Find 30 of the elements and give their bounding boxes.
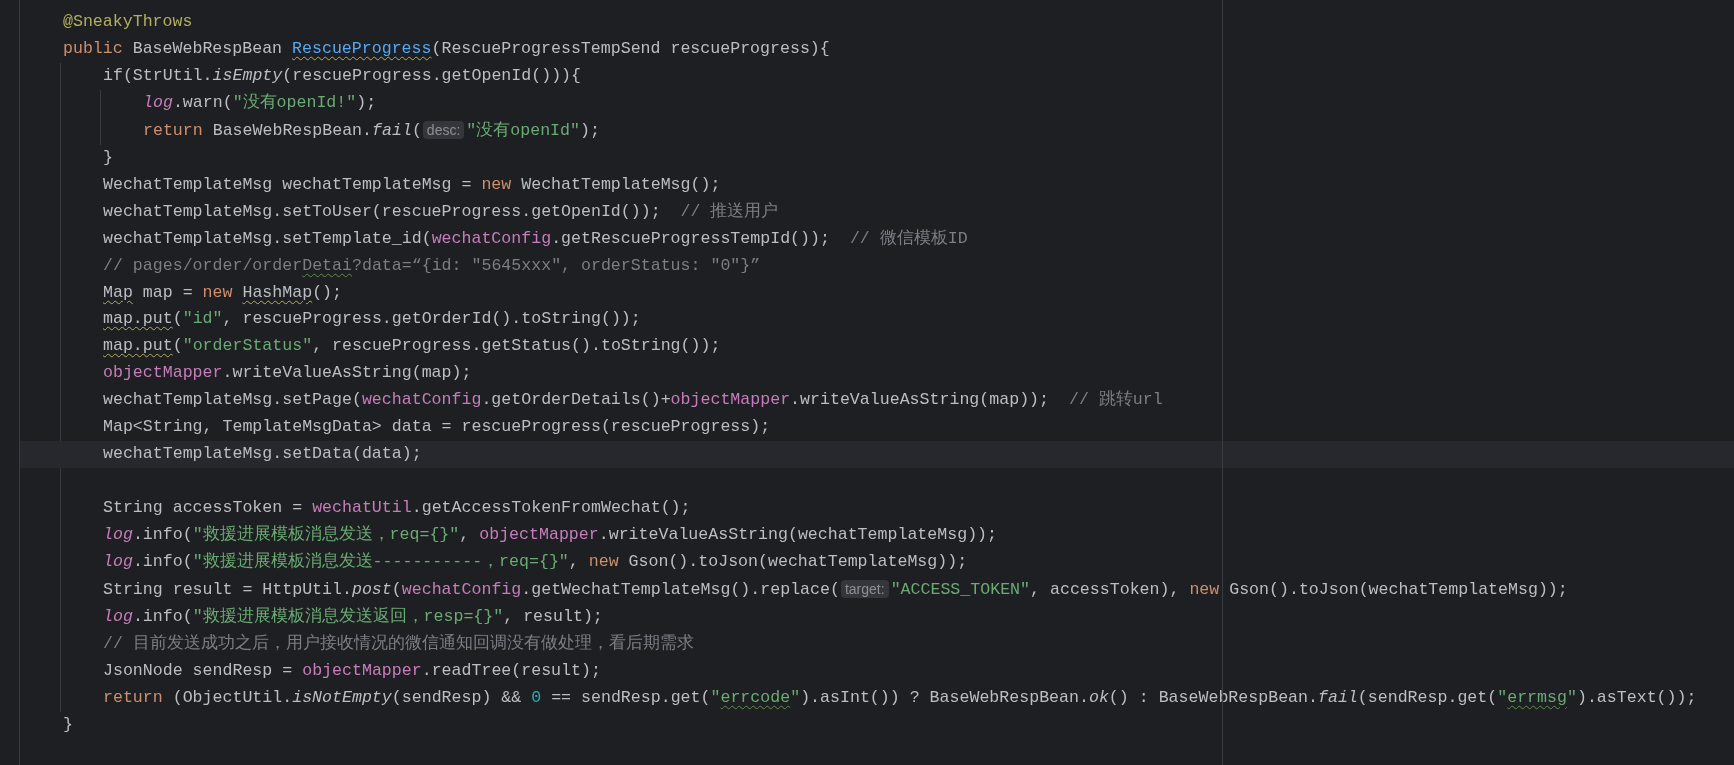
code-text: String result = HttpUtil.post(wechatConfig.getWechatTemplateMsg().replace( <box>103 580 840 599</box>
code-text: // pages/order/orderDetai?data=“{id: "5645xxx", orderStatus: "0"}” <box>103 255 761 275</box>
code-text: log.info("救援进展模板消息发送，req={}", objectMapper.writeValueAsString(wechatTemplateMsg)); <box>103 525 998 545</box>
code-text: "没有openId"); <box>466 120 600 140</box>
code-text: public BaseWebRespBean RescueProgress(RescueProgressTempSend rescueProgress){ <box>63 38 830 58</box>
code-text: // 目前发送成功之后，用户接收情况的微信通知回调没有做处理，看后期需求 <box>103 633 694 653</box>
code-text: String accessToken = wechatUtil.getAccessTokenFromWechat(); <box>103 498 691 518</box>
code-text: map.put("id", rescueProgress.getOrderId().toString()); <box>103 309 641 329</box>
code-text: } <box>103 147 113 167</box>
code-text: } <box>63 714 73 734</box>
code-text: wechatTemplateMsg.setData(data); <box>103 444 422 464</box>
code-text: map.put("orderStatus", rescueProgress.getStatus().toString()); <box>103 336 721 356</box>
code-text: log.info("救援进展模板消息发送返回，resp={}", result); <box>103 606 603 626</box>
code-text: if(StrUtil.isEmpty(rescueProgress.getOpenId())){ <box>103 65 581 85</box>
parameter-hint: desc: <box>422 120 465 139</box>
code-text: wechatTemplateMsg.setPage(wechatConfig.getOrderDetails()+objectMapper.writeValueAsString(map)); // 跳转url <box>103 390 1163 410</box>
code-text: @SneakyThrows <box>63 12 193 31</box>
code-text: Map<String, TemplateMsgData> data = rescueProgress(rescueProgress); <box>103 417 771 437</box>
code-text: wechatTemplateMsg.setToUser(rescueProgress.getOpenId()); // 推送用户 <box>103 201 779 221</box>
code-text: Map map = new HashMap(); <box>103 282 343 302</box>
code-text: wechatTemplateMsg.setTemplate_id(wechatConfig.getRescueProgressTempId()); // 微信模板ID <box>103 228 968 248</box>
code-text: objectMapper.writeValueAsString(map); <box>103 363 472 383</box>
code-text: JsonNode sendResp = objectMapper.readTree(result); <box>103 660 601 680</box>
code-text: "ACCESS_TOKEN", accessToken), new Gson().toJson(wechatTemplateMsg)); <box>890 580 1568 599</box>
code-text: WechatTemplateMsg wechatTemplateMsg = new WechatTemplateMsg(); <box>103 174 721 194</box>
code-text: log.info("救援进展模板消息发送-----------，req={}", new Gson().toJson(wechatTemplateMsg)); <box>103 552 968 572</box>
code-text: log.warn("没有openId!"); <box>143 92 377 112</box>
code-text: return (ObjectUtil.isNotEmpty(sendResp) && 0 == sendResp.get("errcode").asInt()) ? BaseWebRespBean.ok() : BaseWebRespBean.fail(sendResp.get("errmsg").asText()); <box>103 687 1697 707</box>
parameter-hint: target: <box>840 580 889 598</box>
code-text: return BaseWebRespBean.fail( <box>143 120 422 140</box>
